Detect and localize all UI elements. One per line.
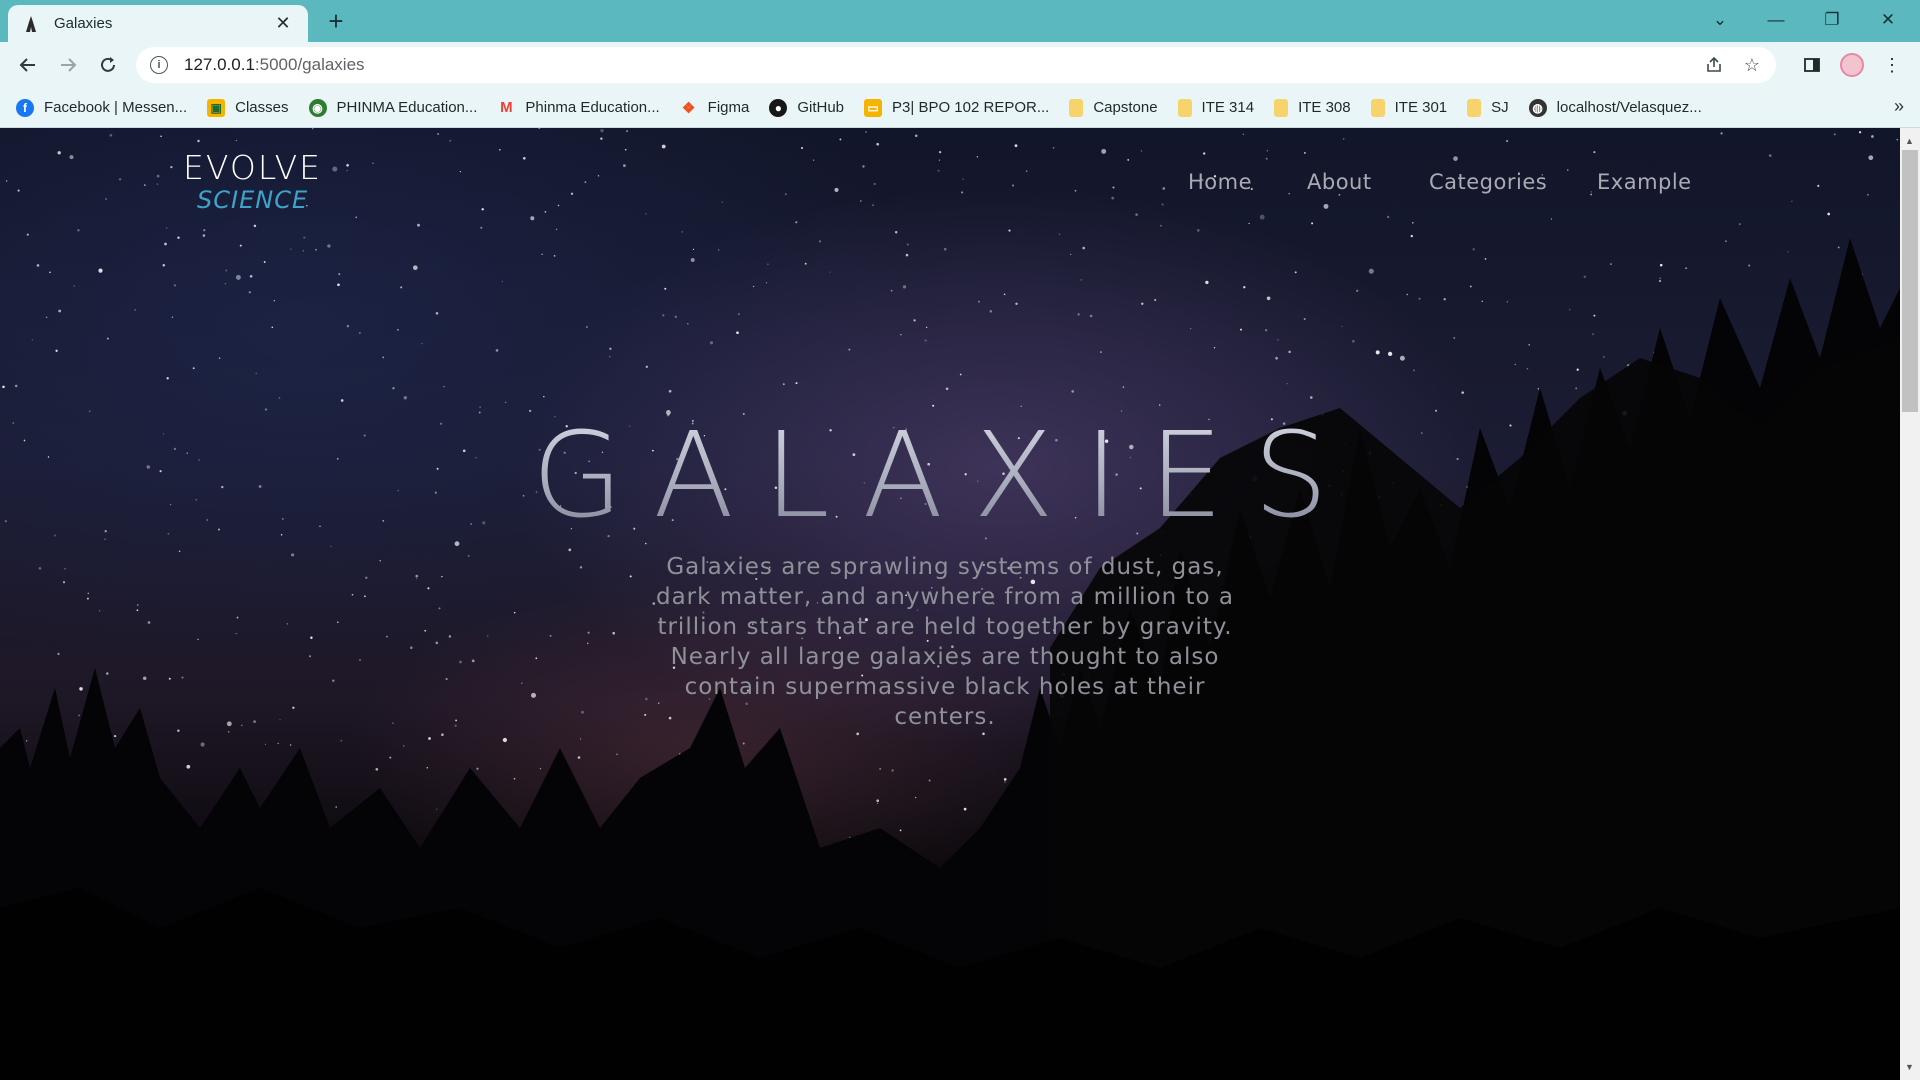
bookmark-item[interactable]: ◍ localhost/Velasquez... [1528,98,1702,117]
scroll-down-arrow-icon[interactable]: ▼ [1905,1062,1914,1072]
facebook-icon: f [16,98,34,117]
nav-about-link[interactable]: About [1307,170,1372,194]
scroll-up-arrow-icon[interactable]: ▲ [1905,136,1914,146]
folder-icon [1370,98,1385,117]
minimize-button[interactable]: — [1748,0,1804,40]
globe-icon: ◉ [308,98,327,117]
site-logo[interactable]: EVOLVE SCIENCE [183,148,320,218]
page-viewport: EVOLVE SCIENCE Home About Categories Exa… [0,128,1900,1080]
logo-secondary-text: SCIENCE [197,186,309,214]
address-bar[interactable]: i 127.0.0.1:5000/galaxies ☆ [136,47,1776,83]
bookmark-star-icon[interactable]: ☆ [1736,47,1768,83]
hero-title: GALAXIES [0,406,1890,544]
bookmark-item[interactable]: ❖ Figma [680,99,749,117]
restore-button[interactable]: ❐ [1804,0,1860,40]
bookmark-item[interactable]: ITE 308 [1274,98,1351,117]
bookmark-item[interactable]: SJ [1467,98,1509,117]
folder-icon [1177,98,1192,117]
classroom-icon: ▣ [207,98,226,117]
folder-icon [1467,98,1482,117]
bookmarks-bar: f Facebook | Messen... ▣ Classes ◉ PHINM… [0,88,1920,128]
globe-icon: ◍ [1528,98,1547,117]
browser-toolbar: i 127.0.0.1:5000/galaxies ☆ ⋮ [0,42,1920,88]
close-window-button[interactable]: ✕ [1860,0,1916,40]
bookmark-item[interactable]: ▣ Classes [207,98,289,117]
tab-favicon-icon [22,15,40,33]
bookmark-item[interactable]: ● GitHub [769,98,844,117]
bookmark-item[interactable]: Capstone [1069,98,1158,117]
bookmark-item[interactable]: ITE 301 [1370,98,1447,117]
bookmark-item[interactable]: f Facebook | Messen... [16,98,187,117]
share-icon[interactable] [1698,47,1730,83]
hero-description: Galaxies are sprawling systems of dust, … [655,554,1235,730]
slides-icon: ▭ [864,98,883,117]
address-url: 127.0.0.1:5000/galaxies [184,55,365,74]
gmail-icon: M [500,99,513,116]
more-bookmarks-icon[interactable]: » [1894,96,1904,117]
profile-avatar[interactable] [1836,49,1868,81]
back-button[interactable] [12,49,44,81]
bookmark-item[interactable]: M Phinma Education... [497,99,660,117]
github-icon: ● [769,98,788,117]
nav-home-link[interactable]: Home [1188,170,1252,194]
folder-icon [1274,98,1289,117]
menu-kebab-icon[interactable]: ⋮ [1876,49,1908,81]
tab-galaxies[interactable]: Galaxies ✕ [8,5,308,42]
logo-primary-text: EVOLVE [183,148,323,187]
tab-title: Galaxies [54,15,113,32]
nav-example-link[interactable]: Example [1597,170,1692,194]
bookmark-item[interactable]: ▭ P3| BPO 102 REPOR... [864,98,1049,117]
tab-strip: Galaxies ✕ + ⌄ — ❐ ✕ [0,0,1920,42]
side-panel-icon[interactable] [1796,49,1828,81]
forward-button[interactable] [52,49,84,81]
site-info-icon[interactable]: i [150,56,168,74]
bookmark-item[interactable]: ◉ PHINMA Education... [308,98,477,117]
tab-search-icon[interactable]: ⌄ [1692,0,1748,40]
reload-button[interactable] [92,49,124,81]
folder-icon [1069,98,1084,117]
scrollbar-thumb[interactable] [1902,150,1918,412]
tab-close-icon[interactable]: ✕ [272,13,294,34]
nav-categories-link[interactable]: Categories [1429,170,1547,194]
new-tab-button[interactable]: + [322,7,350,35]
bookmark-item[interactable]: ITE 314 [1177,98,1254,117]
figma-icon: ❖ [681,99,696,117]
